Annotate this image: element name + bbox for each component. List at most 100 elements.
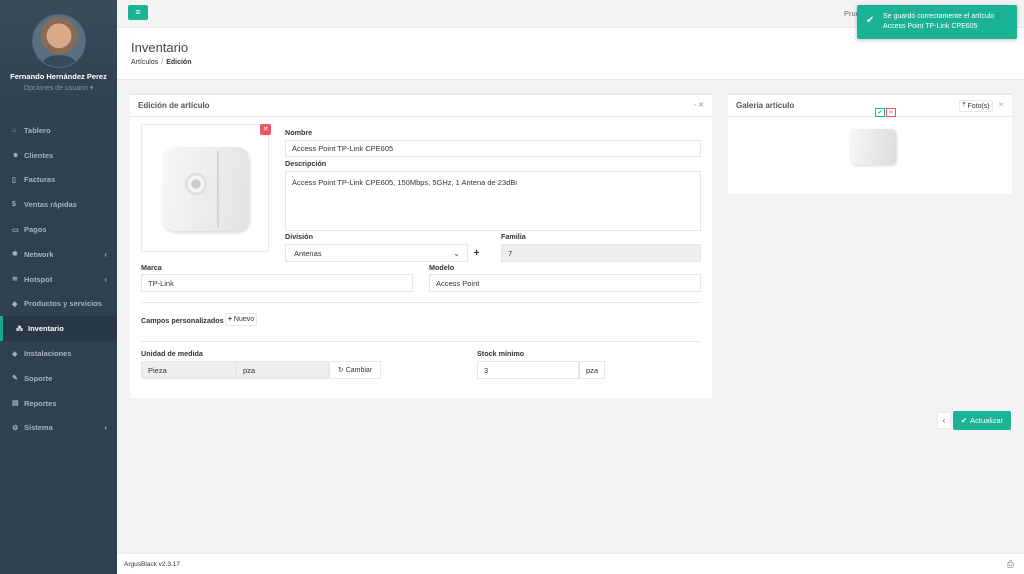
save-icon[interactable]: ▫ xyxy=(694,102,696,109)
toast-message-line1: Se guardó correctamente el artículo xyxy=(883,13,995,20)
division-label: División xyxy=(285,232,313,241)
breadcrumb: Artículos / Edición xyxy=(131,59,1010,66)
sidebar-item-ventas-rápidas[interactable]: $ Ventas rápidas xyxy=(0,192,117,217)
marca-label: Marca xyxy=(141,263,162,272)
sidebar-item-label: Clientes xyxy=(24,150,54,160)
sidebar-item-label: Soporte xyxy=(24,373,53,383)
menu-toggle-button[interactable]: ≡ xyxy=(128,5,148,20)
gallery-panel-title-text: Galeria artículo xyxy=(736,101,795,110)
edit-article-panel: Edición de artículo ▫ ✕ ✕ Nombre Access … xyxy=(130,93,712,398)
money-icon: ▭ xyxy=(12,226,19,234)
marca-input[interactable]: TP-Link xyxy=(141,274,413,292)
sidebar-item-facturas[interactable]: ▯ Facturas xyxy=(0,168,117,193)
sidebar: Fernando Hernández Perez Opciones de usu… xyxy=(0,0,117,574)
close-icon: ✕ xyxy=(262,126,269,133)
close-icon: ✕ xyxy=(888,110,894,116)
add-division-button[interactable]: + xyxy=(468,244,485,262)
stock-minimo-input[interactable]: 3 xyxy=(477,361,579,379)
division-value: Antenas xyxy=(294,248,322,258)
sidebar-item-productos-y-servicios[interactable]: ◆ Productos y servicios xyxy=(0,292,117,317)
nombre-input[interactable]: Access Point TP-Link CPE605 xyxy=(285,140,701,157)
sidebar-item-label: Inventario xyxy=(28,324,64,334)
access-point-image xyxy=(163,147,249,231)
sidebar-item-clientes[interactable]: ☻ Clientes xyxy=(0,143,117,168)
gallery-thumbnail[interactable] xyxy=(850,129,896,165)
sidebar-item-pagos[interactable]: ▭ Pagos xyxy=(0,217,117,242)
page-title: Inventario xyxy=(131,40,189,55)
fotos-button[interactable]: ⤒ Foto(s) xyxy=(959,100,993,112)
divider xyxy=(141,302,701,303)
sidebar-item-label: Hotspot xyxy=(24,274,53,284)
campos-personalizados-label: Campos personalizados xyxy=(141,316,224,325)
unidad-abbr-input[interactable]: pza xyxy=(236,361,329,379)
nuevo-campo-button[interactable]: + Nuevo xyxy=(225,313,257,326)
tag-icon: ◆ xyxy=(12,300,18,308)
breadcrumb-separator: / xyxy=(161,59,164,66)
document-icon: ▯ xyxy=(12,176,16,184)
delete-image-button[interactable]: ✕ xyxy=(260,124,271,135)
edit-panel-title-text: Edición de artículo xyxy=(138,101,210,110)
sidebar-item-instalaciones[interactable]: ◈ Instalaciones xyxy=(0,341,117,366)
sidebar-item-label: Ventas rápidas xyxy=(24,200,77,210)
sidebar-item-reportes[interactable]: ▤ Reportes xyxy=(0,391,117,416)
cambiar-unidad-button[interactable]: ↻ Cambiar xyxy=(329,361,381,379)
select-photo-button[interactable]: ✔ xyxy=(875,108,885,117)
familia-label: Familia xyxy=(501,232,526,241)
panel-tools: ▫ ✕ xyxy=(694,101,704,109)
check-icon: ✔ xyxy=(960,416,968,425)
sidebar-item-inventario[interactable]: ⁂ Inventario xyxy=(0,316,117,342)
nuevo-label: Nuevo xyxy=(233,316,255,323)
sidebar-item-label: Sistema xyxy=(24,423,53,433)
descripcion-textarea[interactable]: Access Point TP-Link CPE605, 150Mbps, 5G… xyxy=(285,171,701,231)
gears-icon: ⚙ xyxy=(12,424,19,432)
sidebar-item-sistema[interactable]: ⚙ Sistema ‹ xyxy=(0,416,117,441)
sidebar-item-tablero[interactable]: ⌂ Tablero xyxy=(0,118,117,143)
user-options-dropdown[interactable]: Opciones de usuario ▾ xyxy=(0,84,117,92)
gallery-panel: Galeria artículo ⤒ Foto(s) ✕ ✔ ✕ xyxy=(728,93,1012,194)
breadcrumb-articulos[interactable]: Artículos xyxy=(131,59,158,66)
check-icon: ✔ xyxy=(877,110,883,116)
update-button[interactable]: ✔ Actualizar xyxy=(953,411,1011,430)
close-icon[interactable]: ✕ xyxy=(698,102,704,109)
unidad-medida-input[interactable]: Pieza xyxy=(141,361,236,379)
sidebar-item-label: Productos y servicios xyxy=(24,299,102,309)
modelo-input[interactable]: Access Point xyxy=(429,274,701,292)
delete-photo-button[interactable]: ✕ xyxy=(886,108,896,117)
divider xyxy=(141,341,701,342)
sidebar-item-label: Facturas xyxy=(24,175,56,185)
footer: ArgusBlack v2.3.17 ⎙ xyxy=(117,553,1024,574)
wrench-icon: ✎ xyxy=(12,375,18,383)
sidebar-nav: ⌂ Tablero ☻ Clientes ▯ Facturas $ Ventas rápida… xyxy=(0,118,117,440)
familia-input[interactable]: 7 xyxy=(501,244,701,262)
division-select[interactable]: Antenas ⌄ xyxy=(285,244,468,262)
plug-icon: ◈ xyxy=(12,350,18,358)
modelo-label: Modelo xyxy=(429,263,455,272)
sidebar-item-label: Tablero xyxy=(24,125,51,135)
cubes-icon: ⁂ xyxy=(16,325,23,333)
back-button[interactable]: ‹ xyxy=(937,412,951,429)
stock-minimo-label: Stock mínimo xyxy=(477,349,525,358)
sidebar-item-network[interactable]: ✱ Network ‹ xyxy=(0,242,117,267)
cambiar-label: Cambiar xyxy=(345,366,373,374)
sidebar-item-label: Network xyxy=(24,249,54,259)
avatar[interactable] xyxy=(31,14,86,68)
sidebar-item-label: Pagos xyxy=(24,225,47,235)
wifi-icon: ≋ xyxy=(12,276,18,284)
printer-icon[interactable]: ⎙ xyxy=(1007,559,1014,570)
chevron-down-icon: ⌄ xyxy=(453,248,460,258)
toast-message-line2: Access Point TP-Link CPE605 xyxy=(883,23,978,30)
sidebar-item-hotspot[interactable]: ≋ Hotspot ‹ xyxy=(0,267,117,292)
sidebar-item-soporte[interactable]: ✎ Soporte xyxy=(0,366,117,391)
success-toast[interactable]: ✔ Se guardó correctamente el artículo Ac… xyxy=(857,5,1017,39)
nombre-label: Nombre xyxy=(285,128,313,137)
refresh-icon: ↻ xyxy=(337,367,344,374)
report-icon: ▤ xyxy=(12,400,19,408)
hamburger-icon: ≡ xyxy=(135,7,141,17)
chevron-left-icon: ‹ xyxy=(104,274,107,284)
update-label: Actualizar xyxy=(970,416,1004,425)
fotos-label: Foto(s) xyxy=(967,102,990,110)
close-icon[interactable]: ✕ xyxy=(998,101,1004,109)
plus-icon: + xyxy=(227,316,232,323)
profile-name: Fernando Hernández Perez xyxy=(10,72,107,81)
stock-unit-addon: pza xyxy=(579,361,605,379)
